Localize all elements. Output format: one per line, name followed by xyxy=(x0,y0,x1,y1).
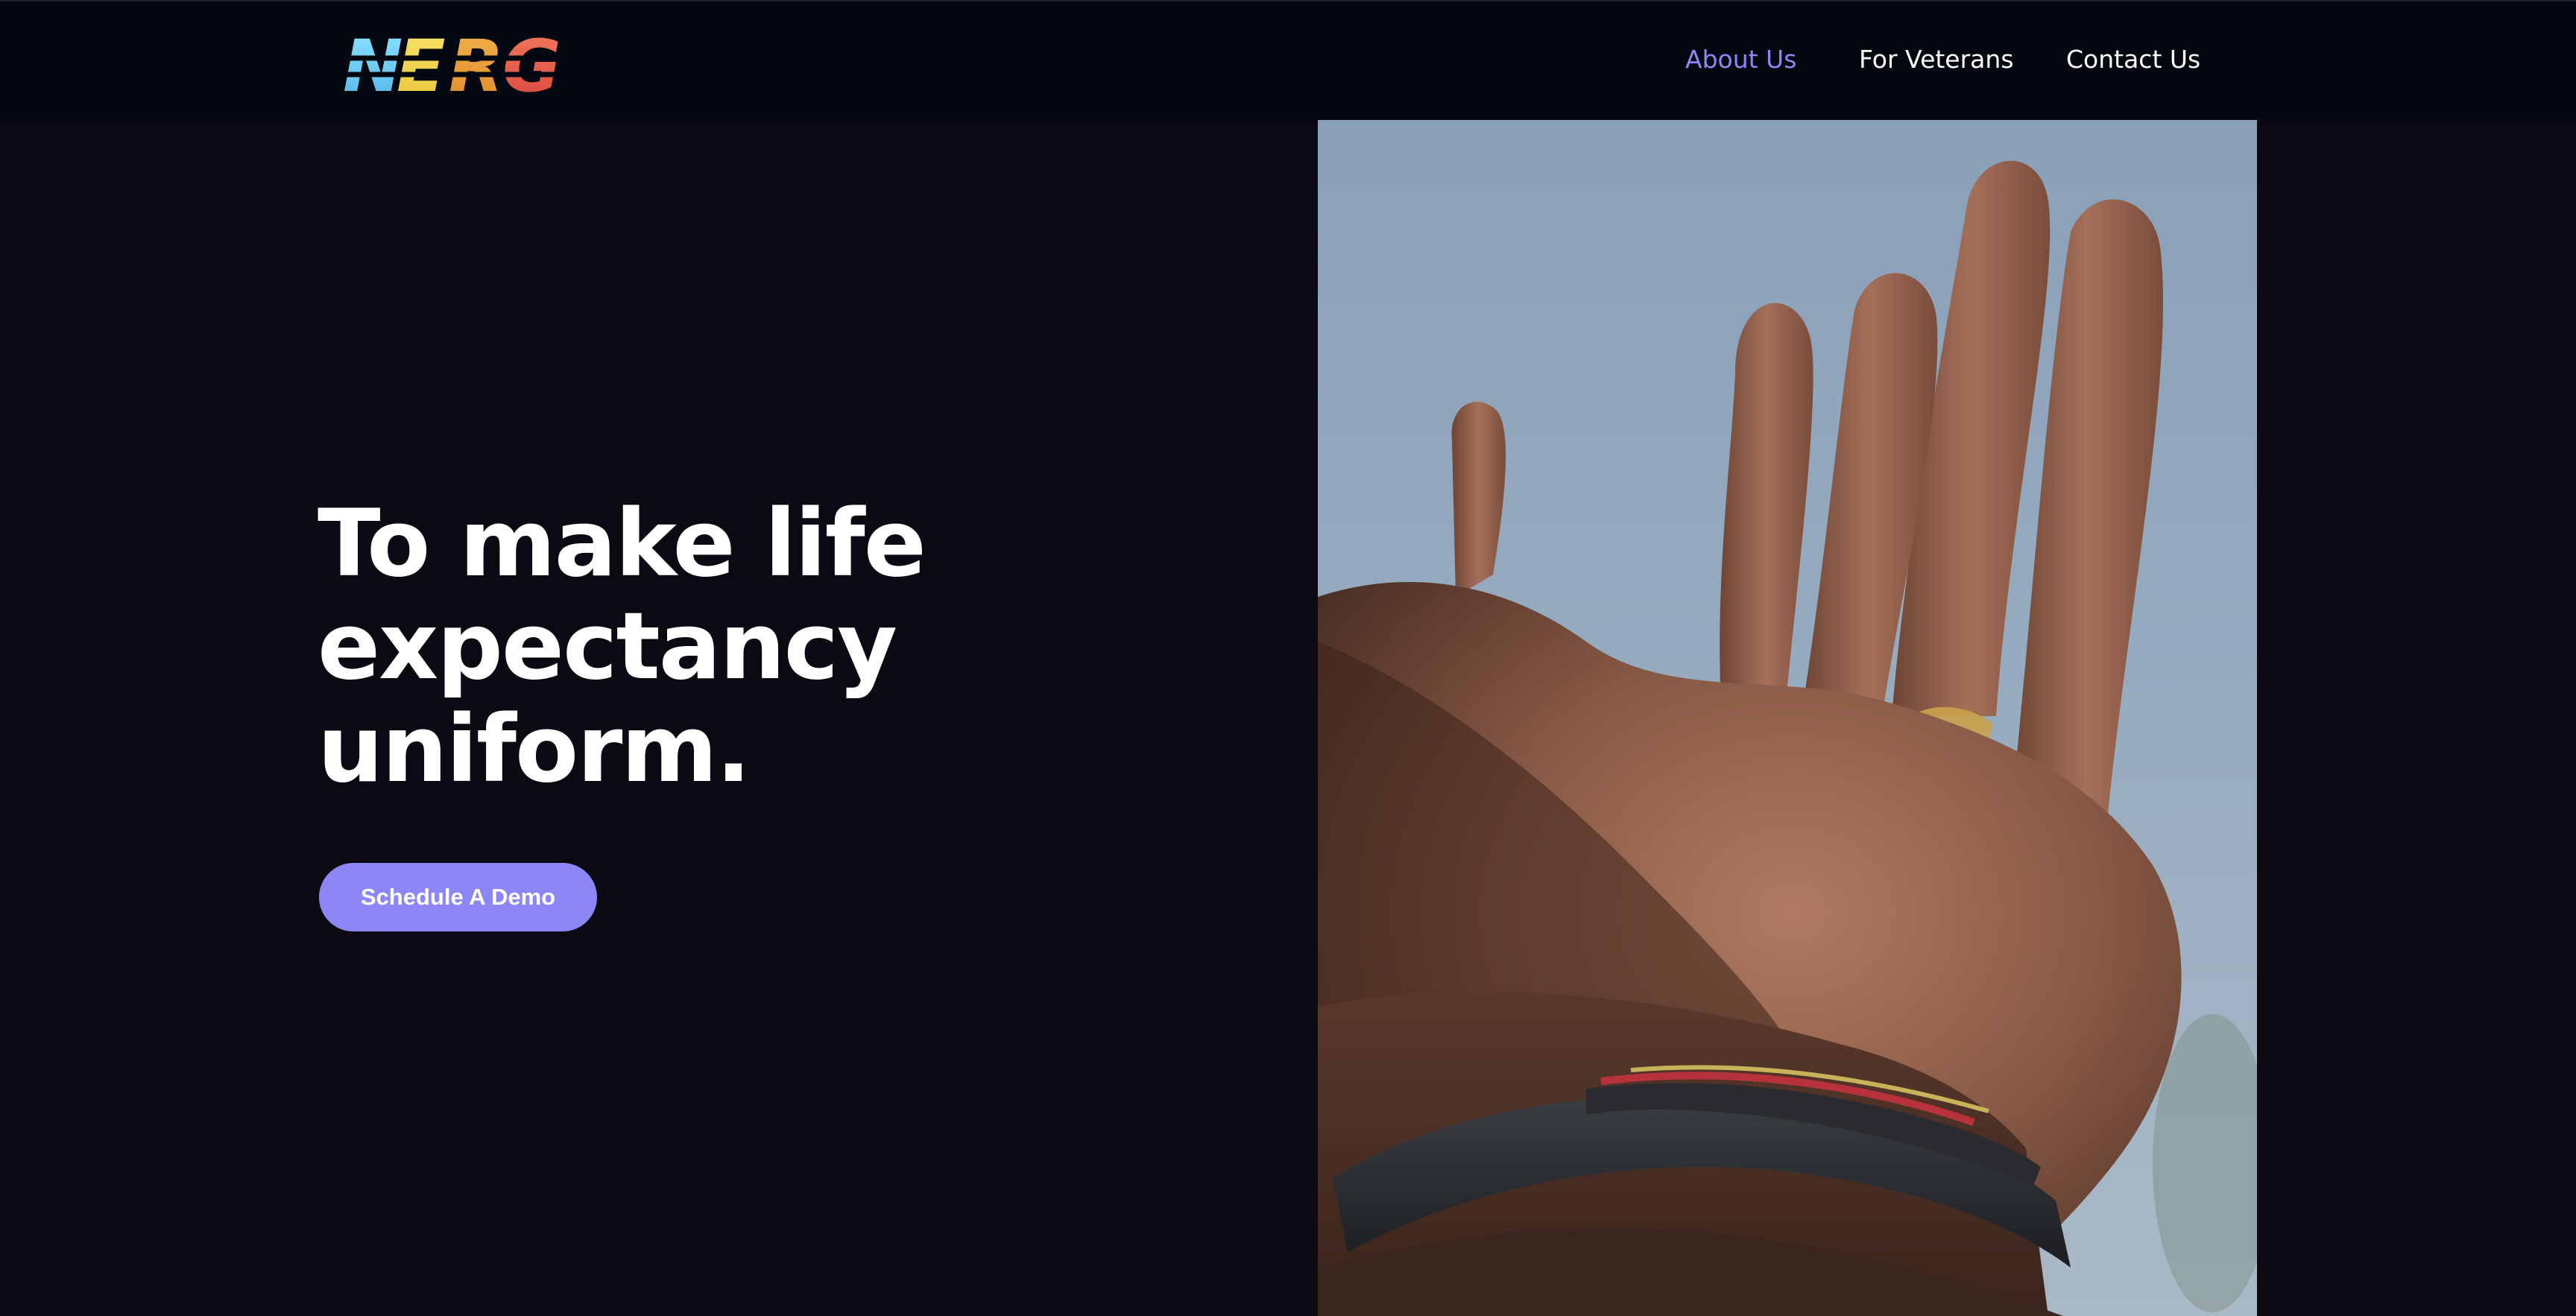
top-navbar: N E R G About Us For Veterans Contact Us xyxy=(0,0,2576,120)
nerg-logo-mark: N E R G xyxy=(343,25,574,104)
logo-letter-r: R xyxy=(449,25,504,104)
headline-line-1: To make life xyxy=(318,490,926,598)
headline-line-2: expectancy xyxy=(318,593,897,700)
hero-headline: To make life expectancy uniform. xyxy=(318,493,1212,801)
logo-letter-e: E xyxy=(397,25,446,104)
open-palm-photo xyxy=(1318,120,2257,1316)
hero-section: To make life expectancy uniform. Schedul… xyxy=(0,120,2576,1316)
logo-letter-n: N xyxy=(343,25,402,104)
schedule-demo-button[interactable]: Schedule A Demo xyxy=(319,863,597,931)
logo-letter-g: G xyxy=(502,25,561,104)
brand-logo[interactable]: N E R G xyxy=(343,22,574,104)
nav-link-about-us[interactable]: About Us xyxy=(1685,45,1796,74)
nav-link-for-veterans[interactable]: For Veterans xyxy=(1859,45,2014,74)
nav-link-contact-us[interactable]: Contact Us xyxy=(2066,45,2200,74)
headline-line-3: uniform. xyxy=(318,696,751,803)
hero-hand-image xyxy=(1318,120,2257,1316)
